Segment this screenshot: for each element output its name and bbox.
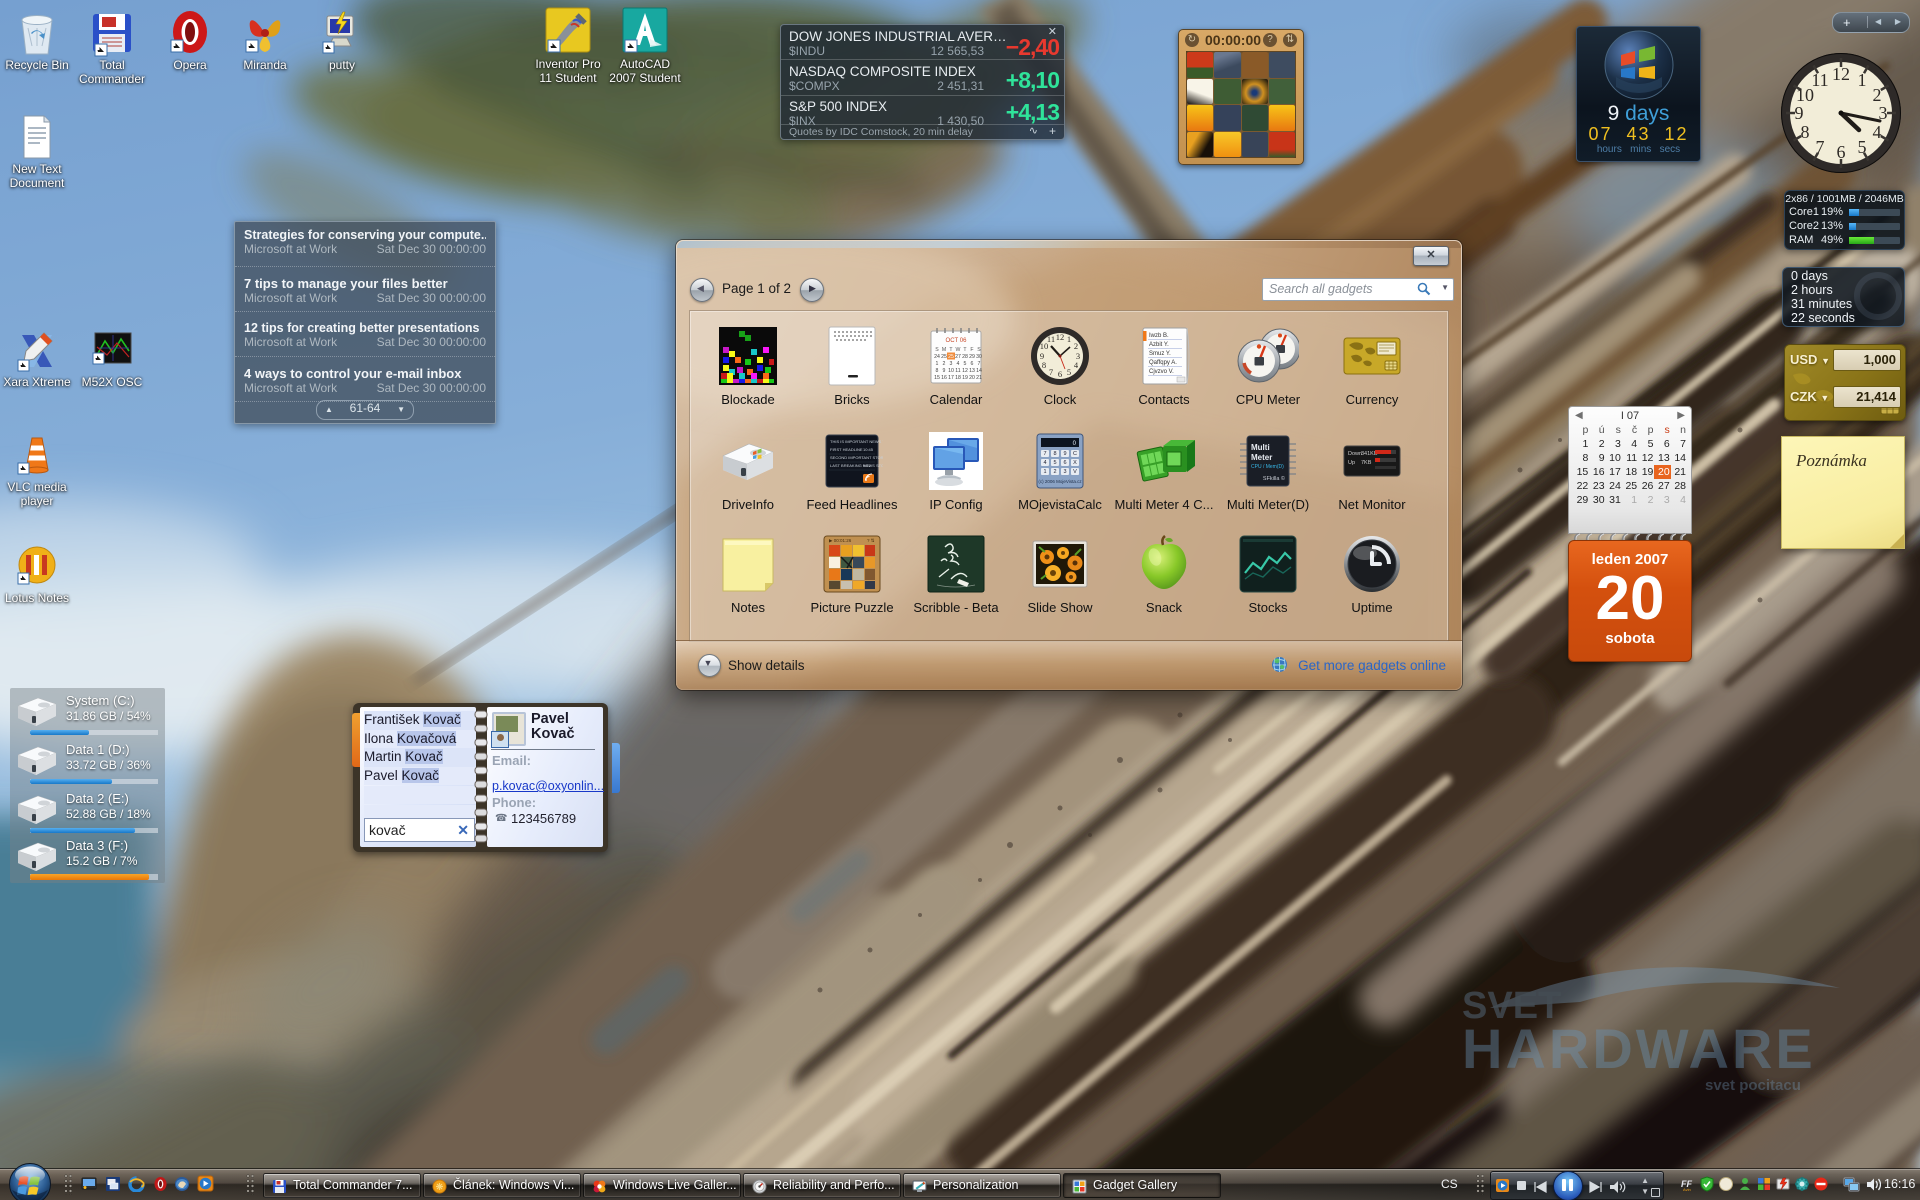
svg-text:14: 14 bbox=[976, 368, 982, 374]
svg-text:24: 24 bbox=[934, 354, 940, 360]
svg-text:7: 7 bbox=[1043, 451, 1046, 457]
svg-text:6: 6 bbox=[971, 361, 974, 367]
svg-text:12: 12 bbox=[962, 368, 968, 374]
svg-text:11: 11 bbox=[1047, 334, 1055, 344]
svg-text:7: 7 bbox=[1049, 367, 1053, 377]
svg-text:svet pocitacu: svet pocitacu bbox=[1705, 1077, 1801, 1094]
svg-text:3: 3 bbox=[1063, 469, 1066, 475]
svg-text:9: 9 bbox=[1040, 351, 1044, 361]
svg-text:2: 2 bbox=[1053, 469, 1056, 475]
svg-text:Qaffqpy A.: Qaffqpy A. bbox=[1149, 360, 1177, 366]
svg-text:21: 21 bbox=[976, 375, 982, 381]
svg-text:Iwzb B.: Iwzb B. bbox=[1149, 333, 1169, 339]
svg-text:Meter: Meter bbox=[1251, 453, 1272, 462]
svg-text:5: 5 bbox=[1067, 367, 1071, 377]
svg-text:15: 15 bbox=[934, 375, 940, 381]
svg-text:28: 28 bbox=[962, 354, 968, 360]
svg-text:9: 9 bbox=[1063, 451, 1066, 457]
svg-text:3: 3 bbox=[950, 361, 953, 367]
svg-text:FIRST HEADLINE: FIRST HEADLINE bbox=[830, 447, 863, 452]
svg-text:20: 20 bbox=[969, 375, 975, 381]
svg-text:? ⇅: ? ⇅ bbox=[867, 538, 875, 543]
svg-text:W: W bbox=[956, 347, 961, 353]
svg-text:8: 8 bbox=[1042, 360, 1046, 370]
svg-text:25: 25 bbox=[948, 354, 954, 360]
svg-text:HARDWARE: HARDWARE bbox=[1462, 1017, 1816, 1080]
svg-text:SFkilla ©: SFkilla © bbox=[1263, 475, 1285, 482]
svg-text:M: M bbox=[942, 347, 946, 353]
svg-text:12: 12 bbox=[1832, 64, 1850, 84]
svg-text:1: 1 bbox=[1043, 469, 1046, 475]
svg-text:THIS IS IMPORTANT NEWS TODAY: THIS IS IMPORTANT NEWS TODAY bbox=[830, 439, 883, 444]
svg-text:13: 13 bbox=[969, 368, 975, 374]
svg-text:▶ 00:01:26: ▶ 00:01:26 bbox=[829, 538, 852, 543]
svg-text:Avin: Avin bbox=[1683, 1187, 1691, 1192]
svg-text:16: 16 bbox=[941, 375, 947, 381]
svg-text:Azbit Y.: Azbit Y. bbox=[1149, 342, 1169, 348]
svg-text:LAST BREAKING NEWS STORY: LAST BREAKING NEWS STORY bbox=[830, 463, 883, 468]
svg-text:Cjvzvo V.: Cjvzvo V. bbox=[1149, 369, 1174, 375]
svg-text:1: 1 bbox=[1858, 70, 1867, 90]
svg-text:27: 27 bbox=[955, 354, 961, 360]
svg-text:11: 11 bbox=[1811, 70, 1828, 90]
svg-text:4: 4 bbox=[957, 361, 960, 367]
svg-text:18: 18 bbox=[955, 375, 961, 381]
svg-text:Up: Up bbox=[1348, 460, 1355, 466]
svg-text:19: 19 bbox=[962, 375, 968, 381]
svg-text:11: 11 bbox=[955, 368, 960, 374]
svg-text:10:45: 10:45 bbox=[863, 447, 874, 452]
svg-text:17: 17 bbox=[948, 375, 954, 381]
svg-text:8: 8 bbox=[1801, 122, 1810, 142]
svg-text:S: S bbox=[935, 347, 939, 353]
svg-text:8: 8 bbox=[1053, 451, 1056, 457]
svg-text:OCT 06: OCT 06 bbox=[946, 338, 968, 344]
svg-text:1: 1 bbox=[936, 361, 939, 367]
svg-text:4: 4 bbox=[1873, 122, 1882, 142]
svg-text:F: F bbox=[970, 347, 973, 353]
svg-text:5: 5 bbox=[964, 361, 967, 367]
svg-text:30: 30 bbox=[976, 354, 982, 360]
svg-text:5: 5 bbox=[1053, 460, 1056, 466]
svg-text:X: X bbox=[1073, 460, 1077, 466]
svg-text:9: 9 bbox=[943, 368, 946, 374]
svg-text:2: 2 bbox=[1873, 85, 1882, 105]
svg-text:SECOND IMPORTANT STORY: SECOND IMPORTANT STORY bbox=[830, 455, 883, 460]
svg-text:Smuz Y.: Smuz Y. bbox=[1149, 351, 1171, 357]
svg-text:8: 8 bbox=[936, 368, 939, 374]
svg-text:2: 2 bbox=[1074, 341, 1078, 351]
svg-text:(c) 2006 MojeVista.cz: (c) 2006 MojeVista.cz bbox=[1038, 479, 1082, 484]
svg-text:7KB: 7KB bbox=[1361, 460, 1372, 466]
svg-text:7: 7 bbox=[978, 361, 981, 367]
svg-text:C: C bbox=[1073, 451, 1077, 457]
svg-text:10: 10 bbox=[948, 368, 954, 374]
svg-text:V: V bbox=[1073, 469, 1077, 475]
svg-text:5: 5 bbox=[1858, 137, 1867, 157]
svg-text:CPU / Mem(D): CPU / Mem(D) bbox=[1251, 464, 1284, 470]
svg-text:Multi: Multi bbox=[1251, 443, 1270, 452]
svg-text:6: 6 bbox=[1058, 369, 1062, 379]
svg-text:9:12: 9:12 bbox=[863, 463, 872, 468]
svg-text:6: 6 bbox=[1063, 460, 1066, 466]
svg-text:25: 25 bbox=[941, 354, 947, 360]
svg-text:Down: Down bbox=[1348, 451, 1362, 457]
svg-text:9: 9 bbox=[1795, 103, 1804, 123]
svg-text:2: 2 bbox=[943, 361, 946, 367]
svg-text:4: 4 bbox=[1043, 460, 1046, 466]
svg-text:7: 7 bbox=[1816, 137, 1825, 157]
svg-text:6: 6 bbox=[1837, 142, 1846, 162]
svg-text:29: 29 bbox=[969, 354, 975, 360]
svg-text:12: 12 bbox=[1056, 332, 1065, 342]
svg-text:S: S bbox=[977, 347, 981, 353]
svg-text:1: 1 bbox=[1067, 334, 1071, 344]
